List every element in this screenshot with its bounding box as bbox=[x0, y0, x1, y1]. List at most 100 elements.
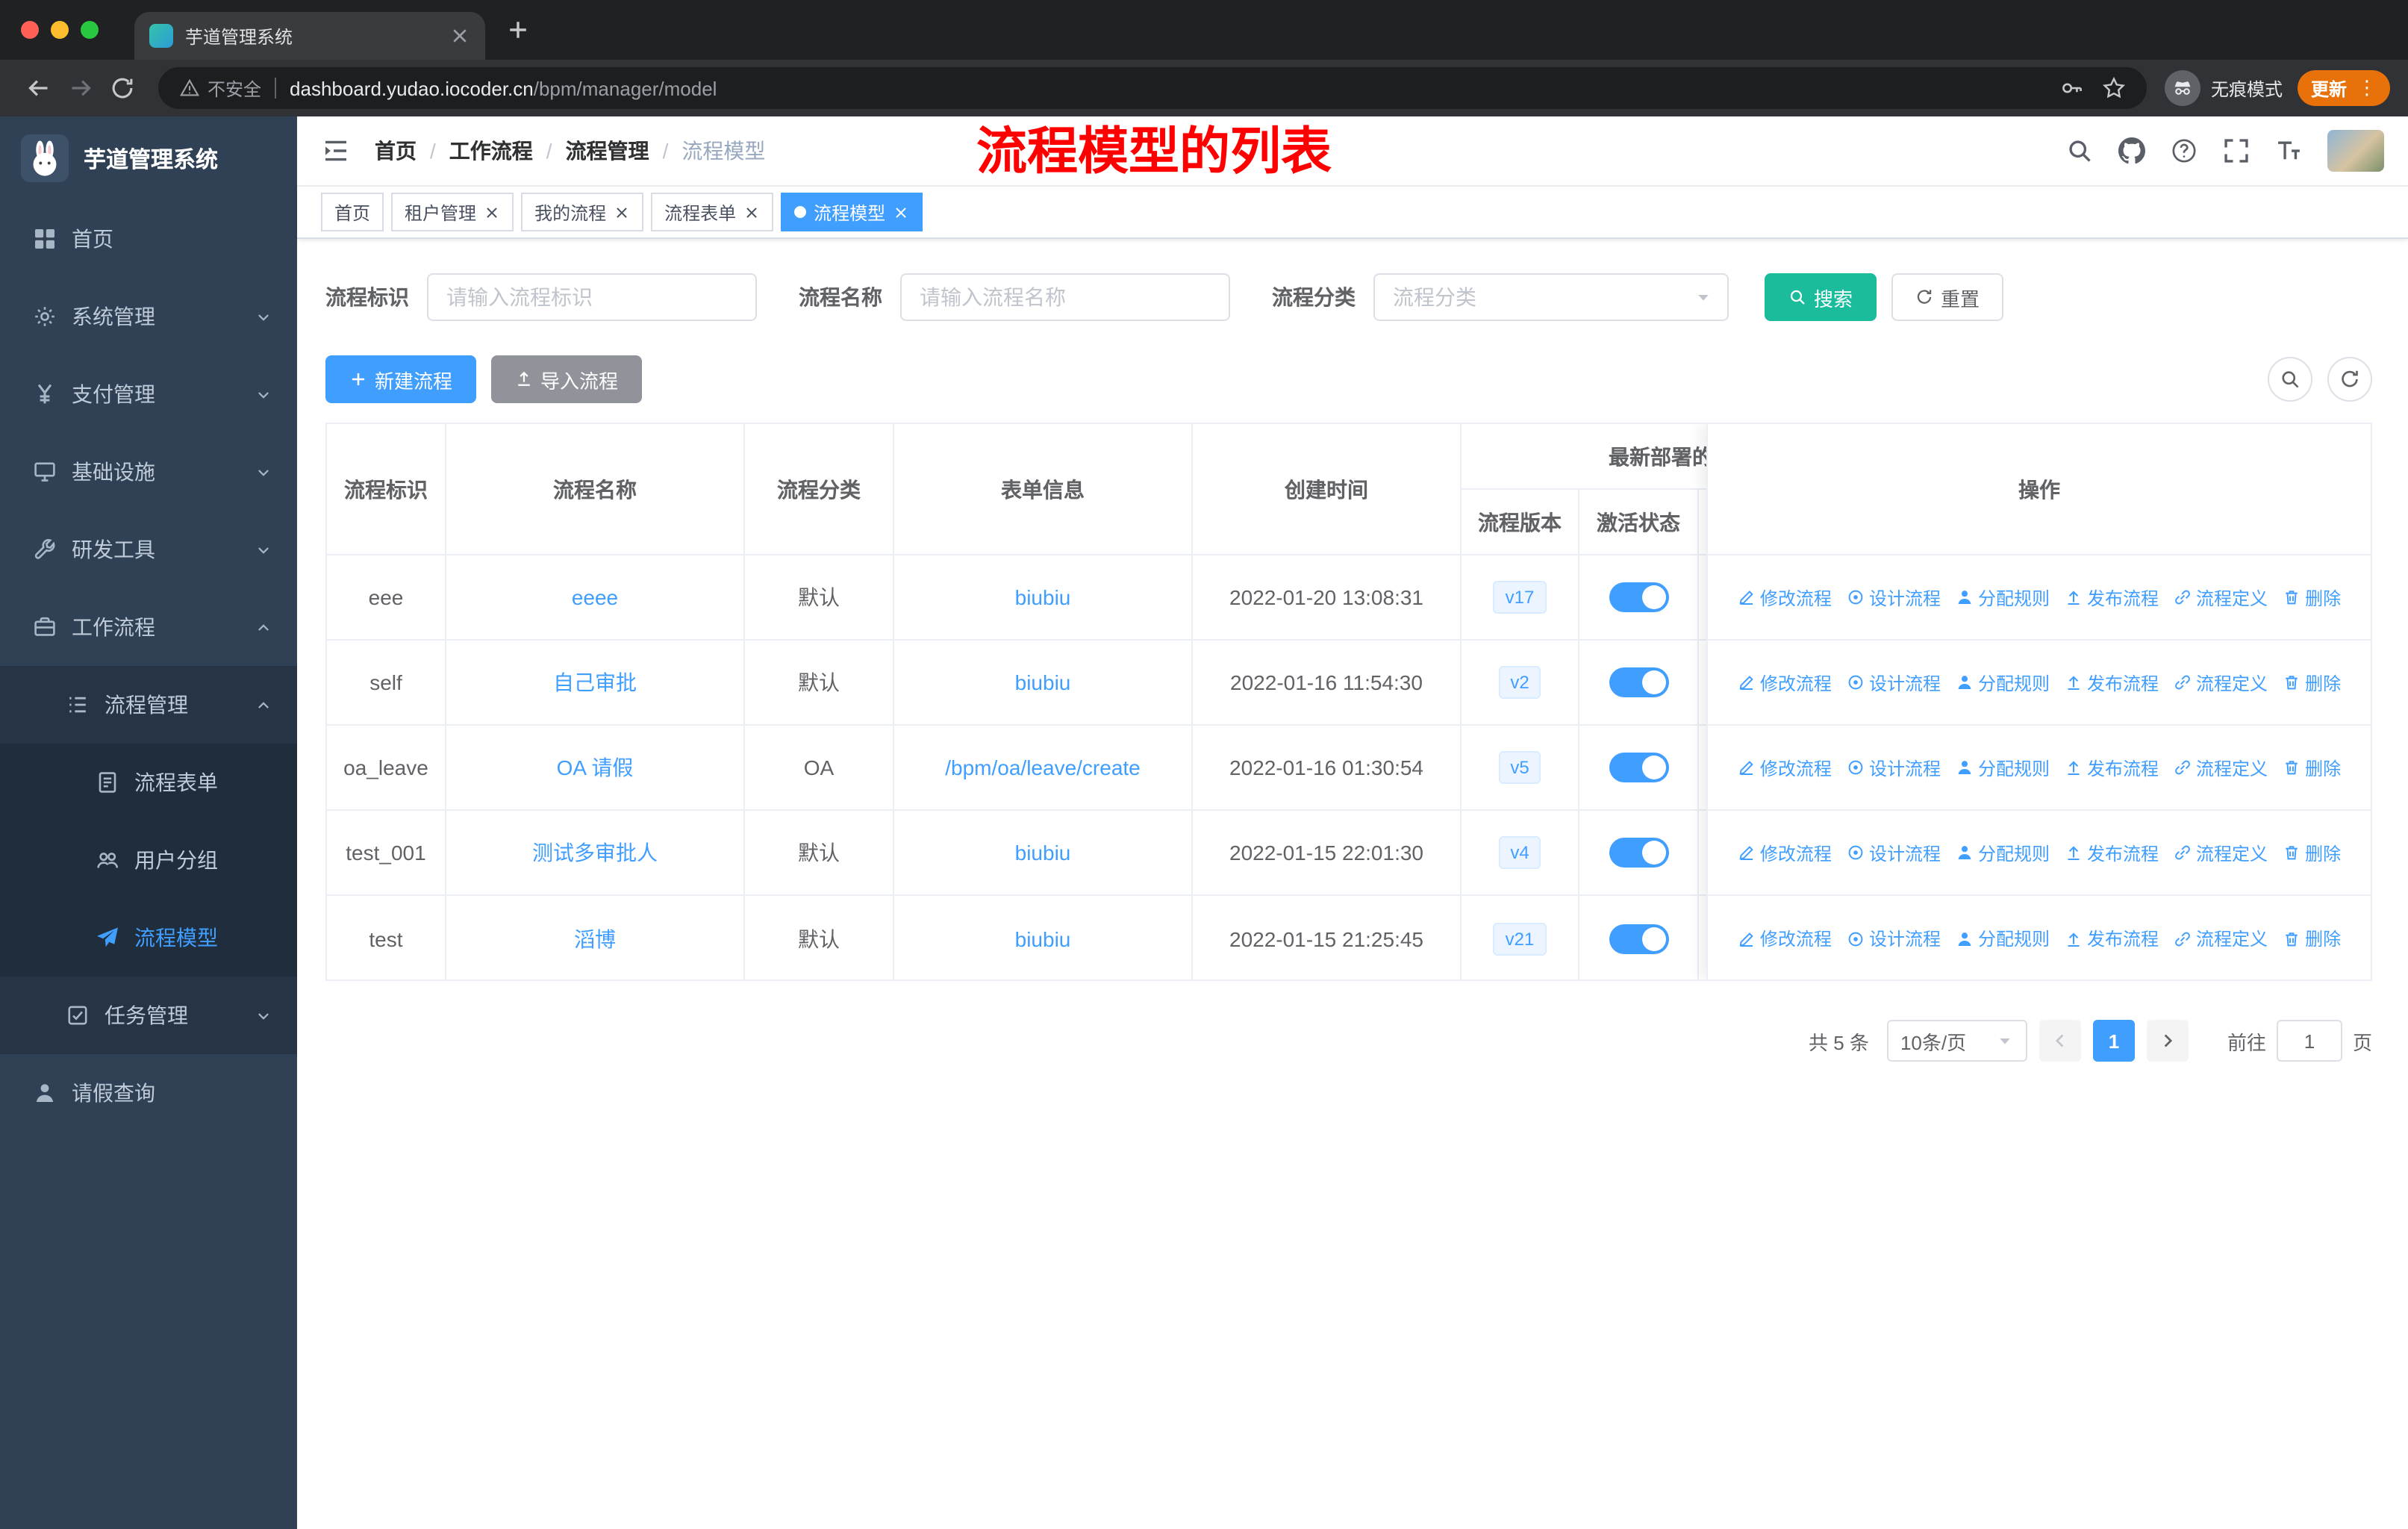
tab-close-icon[interactable] bbox=[449, 25, 470, 46]
next-page-button[interactable] bbox=[2146, 1020, 2189, 1062]
action-publish-link[interactable]: 发布流程 bbox=[2065, 926, 2159, 951]
sidebar-item-8[interactable]: 用户分组 bbox=[0, 821, 297, 899]
close-window-button[interactable] bbox=[21, 21, 39, 39]
active-status-toggle[interactable] bbox=[1609, 582, 1668, 612]
toggle-search-button[interactable] bbox=[2268, 357, 2312, 402]
search-button[interactable]: 搜索 bbox=[1765, 273, 1877, 321]
password-key-icon[interactable] bbox=[2060, 76, 2084, 100]
update-button[interactable]: 更新 ⋮ bbox=[2297, 70, 2390, 106]
browser-tab[interactable]: 芋道管理系统 bbox=[134, 12, 485, 60]
action-publish-link[interactable]: 发布流程 bbox=[2065, 585, 2159, 610]
action-edit-link[interactable]: 修改流程 bbox=[1738, 840, 1832, 865]
action-assign-link[interactable]: 分配规则 bbox=[1956, 755, 2050, 780]
action-delete-link[interactable]: 删除 bbox=[2283, 585, 2341, 610]
action-delete-link[interactable]: 删除 bbox=[2283, 926, 2341, 951]
sidebar-item-11[interactable]: 请假查询 bbox=[0, 1054, 297, 1132]
sidebar-item-4[interactable]: 研发工具 bbox=[0, 511, 297, 588]
action-assign-link[interactable]: 分配规则 bbox=[1956, 670, 2050, 695]
action-design-link[interactable]: 设计流程 bbox=[1847, 670, 1941, 695]
breadcrumb-item[interactable]: 工作流程 bbox=[449, 136, 533, 166]
breadcrumb-item[interactable]: 流程管理 bbox=[566, 136, 649, 166]
process-name-link[interactable]: eeee bbox=[572, 585, 618, 609]
action-assign-link[interactable]: 分配规则 bbox=[1956, 926, 2050, 951]
create-process-button[interactable]: 新建流程 bbox=[325, 355, 477, 403]
sidebar-collapse-icon[interactable] bbox=[321, 136, 351, 166]
action-assign-link[interactable]: 分配规则 bbox=[1956, 585, 2050, 610]
page-number-button[interactable]: 1 bbox=[2092, 1020, 2135, 1062]
sidebar-item-0[interactable]: 首页 bbox=[0, 200, 297, 278]
form-info-link[interactable]: biubiu bbox=[1015, 927, 1071, 950]
process-name-link[interactable]: OA 请假 bbox=[557, 753, 634, 782]
action-link-link[interactable]: 流程定义 bbox=[2174, 840, 2268, 865]
active-status-toggle[interactable] bbox=[1609, 753, 1668, 782]
goto-page-input[interactable] bbox=[2276, 1020, 2342, 1062]
zoom-window-button[interactable] bbox=[81, 21, 99, 39]
incognito-chip[interactable]: 无痕模式 bbox=[2164, 70, 2283, 106]
action-design-link[interactable]: 设计流程 bbox=[1847, 755, 1941, 780]
user-avatar[interactable] bbox=[2327, 130, 2384, 172]
action-publish-link[interactable]: 发布流程 bbox=[2065, 840, 2159, 865]
action-edit-link[interactable]: 修改流程 bbox=[1738, 585, 1832, 610]
action-delete-link[interactable]: 删除 bbox=[2283, 840, 2341, 865]
search-icon[interactable] bbox=[2066, 137, 2093, 164]
category-select[interactable]: 流程分类 bbox=[1373, 273, 1729, 321]
tag-close-icon[interactable] bbox=[614, 204, 630, 220]
tag-tenant[interactable]: 租户管理 bbox=[391, 193, 514, 231]
process-name-link[interactable]: 滔博 bbox=[574, 924, 616, 953]
process-id-input[interactable] bbox=[427, 273, 757, 321]
action-edit-link[interactable]: 修改流程 bbox=[1738, 670, 1832, 695]
action-design-link[interactable]: 设计流程 bbox=[1847, 926, 1941, 951]
tag-process-model[interactable]: 流程模型 bbox=[781, 193, 923, 231]
sidebar-item-7[interactable]: 流程表单 bbox=[0, 744, 297, 821]
action-link-link[interactable]: 流程定义 bbox=[2174, 926, 2268, 951]
sidebar-item-5[interactable]: 工作流程 bbox=[0, 588, 297, 666]
sidebar-item-9[interactable]: 流程模型 bbox=[0, 899, 297, 977]
bookmark-star-icon[interactable] bbox=[2102, 76, 2126, 100]
action-link-link[interactable]: 流程定义 bbox=[2174, 670, 2268, 695]
action-assign-link[interactable]: 分配规则 bbox=[1956, 840, 2050, 865]
form-info-link[interactable]: /bpm/oa/leave/create bbox=[945, 756, 1141, 779]
tag-close-icon[interactable] bbox=[893, 204, 909, 220]
action-delete-link[interactable]: 删除 bbox=[2283, 755, 2341, 780]
sidebar-item-3[interactable]: 基础设施 bbox=[0, 433, 297, 511]
tag-close-icon[interactable] bbox=[484, 204, 500, 220]
active-status-toggle[interactable] bbox=[1609, 924, 1668, 953]
back-button[interactable] bbox=[18, 67, 60, 109]
font-size-icon[interactable] bbox=[2275, 137, 2302, 164]
minimize-window-button[interactable] bbox=[51, 21, 69, 39]
sidebar-item-10[interactable]: 任务管理 bbox=[0, 977, 297, 1054]
tag-home[interactable]: 首页 bbox=[321, 193, 384, 231]
reload-button[interactable] bbox=[102, 67, 143, 109]
form-info-link[interactable]: biubiu bbox=[1015, 670, 1071, 694]
refresh-table-button[interactable] bbox=[2327, 357, 2372, 402]
reset-button[interactable]: 重置 bbox=[1891, 273, 2004, 321]
action-publish-link[interactable]: 发布流程 bbox=[2065, 755, 2159, 780]
forward-button[interactable] bbox=[60, 67, 102, 109]
action-link-link[interactable]: 流程定义 bbox=[2174, 755, 2268, 780]
action-design-link[interactable]: 设计流程 bbox=[1847, 840, 1941, 865]
github-icon[interactable] bbox=[2118, 137, 2145, 164]
browser-menu-icon[interactable]: ⋮ bbox=[2357, 76, 2377, 100]
action-publish-link[interactable]: 发布流程 bbox=[2065, 670, 2159, 695]
sidebar-item-1[interactable]: 系统管理 bbox=[0, 278, 297, 355]
process-name-link[interactable]: 测试多审批人 bbox=[532, 838, 658, 868]
tag-my-process[interactable]: 我的流程 bbox=[521, 193, 644, 231]
sidebar-item-2[interactable]: 支付管理 bbox=[0, 355, 297, 433]
form-info-link[interactable]: biubiu bbox=[1015, 841, 1071, 865]
active-status-toggle[interactable] bbox=[1609, 838, 1668, 868]
action-design-link[interactable]: 设计流程 bbox=[1847, 585, 1941, 610]
action-edit-link[interactable]: 修改流程 bbox=[1738, 755, 1832, 780]
prev-page-button[interactable] bbox=[2039, 1020, 2081, 1062]
process-name-input[interactable] bbox=[900, 273, 1230, 321]
fullscreen-icon[interactable] bbox=[2223, 137, 2250, 164]
sidebar-item-6[interactable]: 流程管理 bbox=[0, 666, 297, 744]
breadcrumb-item[interactable]: 首页 bbox=[375, 136, 417, 166]
page-size-select[interactable]: 10条/页 bbox=[1886, 1020, 2027, 1062]
address-bar[interactable]: 不安全 dashboard.yudao.iocoder.cn/bpm/manag… bbox=[158, 67, 2147, 109]
form-info-link[interactable]: biubiu bbox=[1015, 585, 1071, 609]
process-name-link[interactable]: 自己审批 bbox=[553, 667, 637, 697]
help-icon[interactable] bbox=[2171, 137, 2198, 164]
action-link-link[interactable]: 流程定义 bbox=[2174, 585, 2268, 610]
new-tab-button[interactable] bbox=[506, 18, 530, 42]
tag-process-form[interactable]: 流程表单 bbox=[651, 193, 774, 231]
